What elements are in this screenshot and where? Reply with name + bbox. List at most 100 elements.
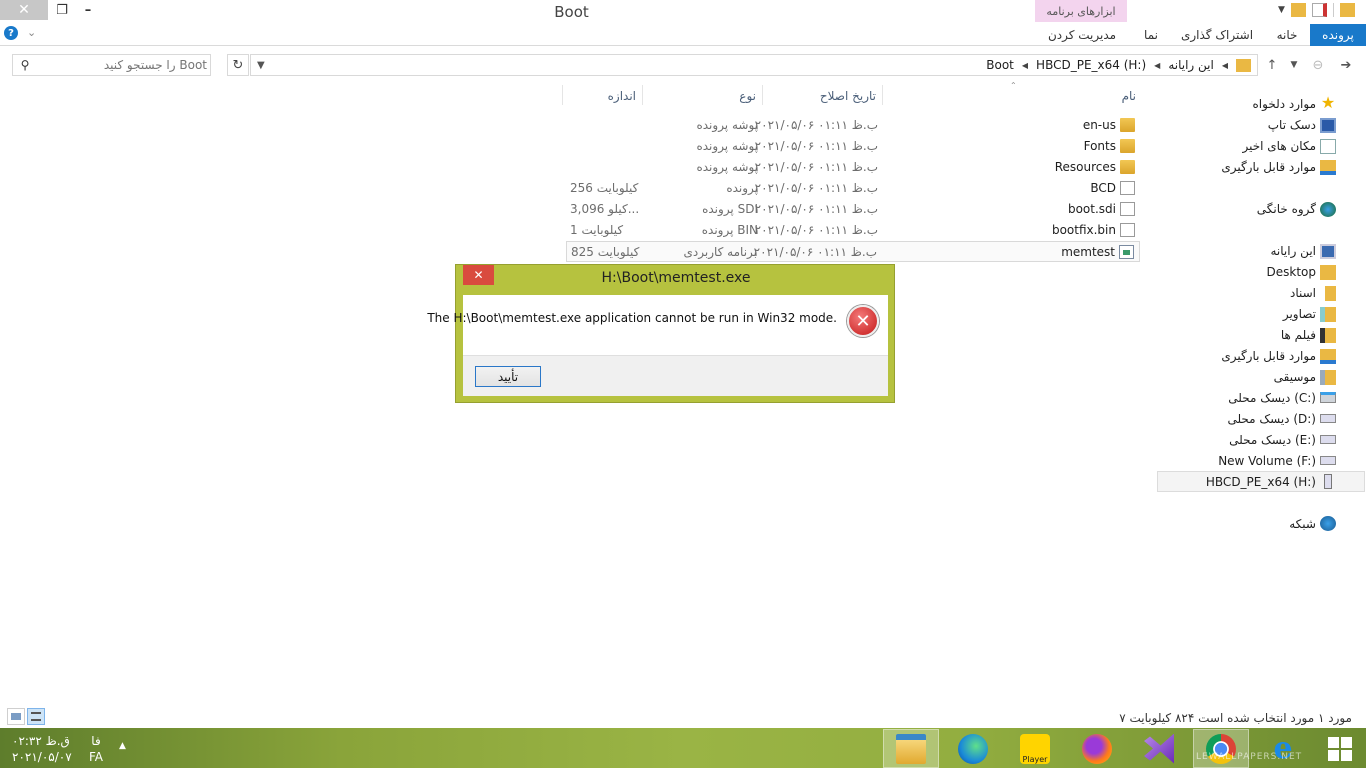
start-button[interactable] [1313,729,1366,768]
column-separator[interactable] [562,85,563,105]
file-row[interactable]: BCD ۲۰۲۱/۰۵/۰۶ ب.ظ ۰۱:۱۱ پرونده کیلوبایت… [566,178,1140,199]
large-icons-view-button[interactable] [7,708,25,725]
help-button[interactable]: ? [4,26,18,40]
new-folder-icon[interactable] [1290,3,1306,17]
qat-dropdown-icon[interactable]: ▼ [1278,5,1285,15]
folder-icon [1120,160,1135,174]
file-row[interactable]: Fonts ۲۰۲۱/۰۵/۰۶ ب.ظ ۰۱:۱۱ پوشه پرونده [566,136,1140,157]
nav-drive-d[interactable]: دیسک محلی (D:) [1227,412,1316,426]
taskbar-file-explorer[interactable] [883,729,939,768]
file-type: پرونده SDI [702,202,758,216]
recent-locations-button[interactable]: ▼ [1284,55,1304,75]
column-separator[interactable] [642,85,643,105]
column-type[interactable]: نوع [739,89,756,103]
file-row[interactable]: Resources ۲۰۲۱/۰۵/۰۶ ب.ظ ۰۱:۱۱ پوشه پرون… [566,157,1140,178]
file-row[interactable]: en-us ۲۰۲۱/۰۵/۰۶ ب.ظ ۰۱:۱۱ پوشه پرونده [566,115,1140,136]
file-name: BCD [1090,181,1116,195]
ribbon-expand-icon[interactable]: ⌄ [27,26,36,39]
file-row[interactable]: bootfix.bin ۲۰۲۱/۰۵/۰۶ ب.ظ ۰۱:۱۱ پرونده … [566,220,1140,241]
search-icon[interactable]: ⚲ [13,58,37,72]
file-row[interactable]: boot.sdi ۲۰۲۱/۰۵/۰۶ ب.ظ ۰۱:۱۱ پرونده SDI… [566,199,1140,220]
refresh-button[interactable]: ↻ [227,54,249,76]
refresh-icon: ↻ [232,57,244,73]
nav-drive-h[interactable]: HBCD_PE_x64 (H:) [1206,475,1316,489]
taskbar-internet-explorer[interactable]: e [1255,729,1311,768]
address-bar[interactable]: ▼ Boot ◀ HBCD_PE_x64 (H:) ◀ این رایانه ◀ [250,54,1258,76]
taskbar-edge[interactable] [945,729,1001,768]
qat-separator [1332,3,1334,17]
nav-this-pc[interactable]: این رایانه [1270,244,1316,258]
folder-icon [1120,139,1135,153]
nav-drive-f[interactable]: New Volume (F:) [1218,454,1316,468]
tab-home[interactable]: خانه [1268,24,1306,46]
file-size: 3,096 کیلو... [570,202,640,216]
address-dropdown-icon[interactable]: ▼ [257,60,265,71]
tab-manage[interactable]: مدیریت کردن [1043,24,1121,46]
show-hidden-icons-icon[interactable]: ▲ [119,741,126,751]
nav-favorites[interactable]: موارد دلخواه [1253,97,1316,111]
column-size[interactable]: اندازه [608,89,636,103]
properties-icon[interactable] [1311,3,1327,17]
music-icon [1320,370,1336,385]
taskbar-firefox[interactable] [1069,729,1125,768]
clock[interactable]: ۰۲:۳۲ ق.ظ ۲۰۲۱/۰۵/۰۷ [12,733,72,765]
nav-network[interactable]: شبکه [1289,517,1316,531]
file-name: en-us [1082,118,1116,132]
column-name[interactable]: نام [1122,89,1136,103]
search-input[interactable] [37,58,207,72]
nav-pictures[interactable]: تصاویر [1283,307,1316,321]
arrow-back-icon: ➔ [1340,57,1352,73]
breadcrumb-boot[interactable]: Boot [986,58,1014,72]
nav-documents[interactable]: اسناد [1290,286,1316,300]
breadcrumb-this-pc[interactable]: این رایانه [1168,58,1214,72]
tab-view[interactable]: نما [1135,24,1167,46]
forward-button[interactable]: ⊖ [1308,55,1328,75]
explorer-screen: ✕ ❐ – Boot ابزارهای برنامه ▼ پرونده خانه… [0,0,1366,768]
nav-music[interactable]: موسیقی [1274,370,1316,384]
back-button[interactable]: ➔ [1336,55,1356,75]
search-box[interactable]: ⚲ [12,54,211,76]
drive-icon [1320,456,1336,465]
nav-recent-places[interactable]: مکان های اخیر [1242,139,1316,153]
column-separator[interactable] [762,85,763,105]
tab-file[interactable]: پرونده [1310,24,1366,46]
file-icon [1120,202,1135,216]
file-size: کیلوبایت 825 [571,245,640,259]
file-type: پرونده BIN [701,223,758,237]
file-name: Resources [1054,160,1116,174]
dialog-close-button[interactable]: ✕ [463,265,494,285]
nav-downloads[interactable]: موارد قابل بارگیری [1221,160,1316,174]
dialog-footer: تأیید [463,355,888,396]
file-size: کیلوبایت 256 [570,181,639,195]
breadcrumb-drive[interactable]: HBCD_PE_x64 (H:) [1036,58,1146,72]
downloads-icon [1320,160,1336,175]
column-date-modified[interactable]: تاریخ اصلاح [820,89,876,103]
column-separator[interactable] [882,85,883,105]
breadcrumb-separator-icon[interactable]: ◀ [1154,61,1160,70]
nav-desktop-folder[interactable]: Desktop [1267,265,1317,279]
folder-icon[interactable] [1339,3,1355,17]
breadcrumb-separator-icon[interactable]: ◀ [1022,61,1028,70]
nav-videos[interactable]: فیلم ها [1281,328,1316,342]
language-code: FA [89,750,104,764]
details-list-icon [31,712,41,721]
help-icon: ? [8,27,14,39]
tab-share[interactable]: اشتراک گذاری [1178,24,1256,46]
nav-drive-c[interactable]: دیسک محلی (C:) [1228,391,1316,405]
nav-homegroup[interactable]: گروه خانگی [1257,202,1316,216]
file-row-selected[interactable]: memtest ۲۰۲۱/۰۵/۰۶ ب.ظ ۰۱:۱۱ برنامه کارب… [566,241,1140,262]
file-name: memtest [1061,245,1115,259]
nav-desktop[interactable]: دسک تاپ [1268,118,1316,132]
language-indicator[interactable]: فا FA [89,733,103,765]
application-tools-tab[interactable]: ابزارهای برنامه [1035,0,1127,22]
taskbar-visual-studio[interactable] [1131,729,1187,768]
status-bar: ۷ مورد ۱ مورد انتخاب شده است ۸۲۴ کیلوبای… [0,706,1366,728]
taskbar-chrome[interactable] [1193,729,1249,768]
up-button[interactable]: ↑ [1262,55,1282,75]
breadcrumb-separator-icon[interactable]: ◀ [1222,61,1228,70]
taskbar-player[interactable]: Player [1007,729,1063,768]
nav-downloads-pc[interactable]: موارد قابل بارگیری [1221,349,1316,363]
nav-drive-e[interactable]: دیسک محلی (E:) [1229,433,1316,447]
ok-button[interactable]: تأیید [475,366,541,387]
details-view-button[interactable] [27,708,45,725]
